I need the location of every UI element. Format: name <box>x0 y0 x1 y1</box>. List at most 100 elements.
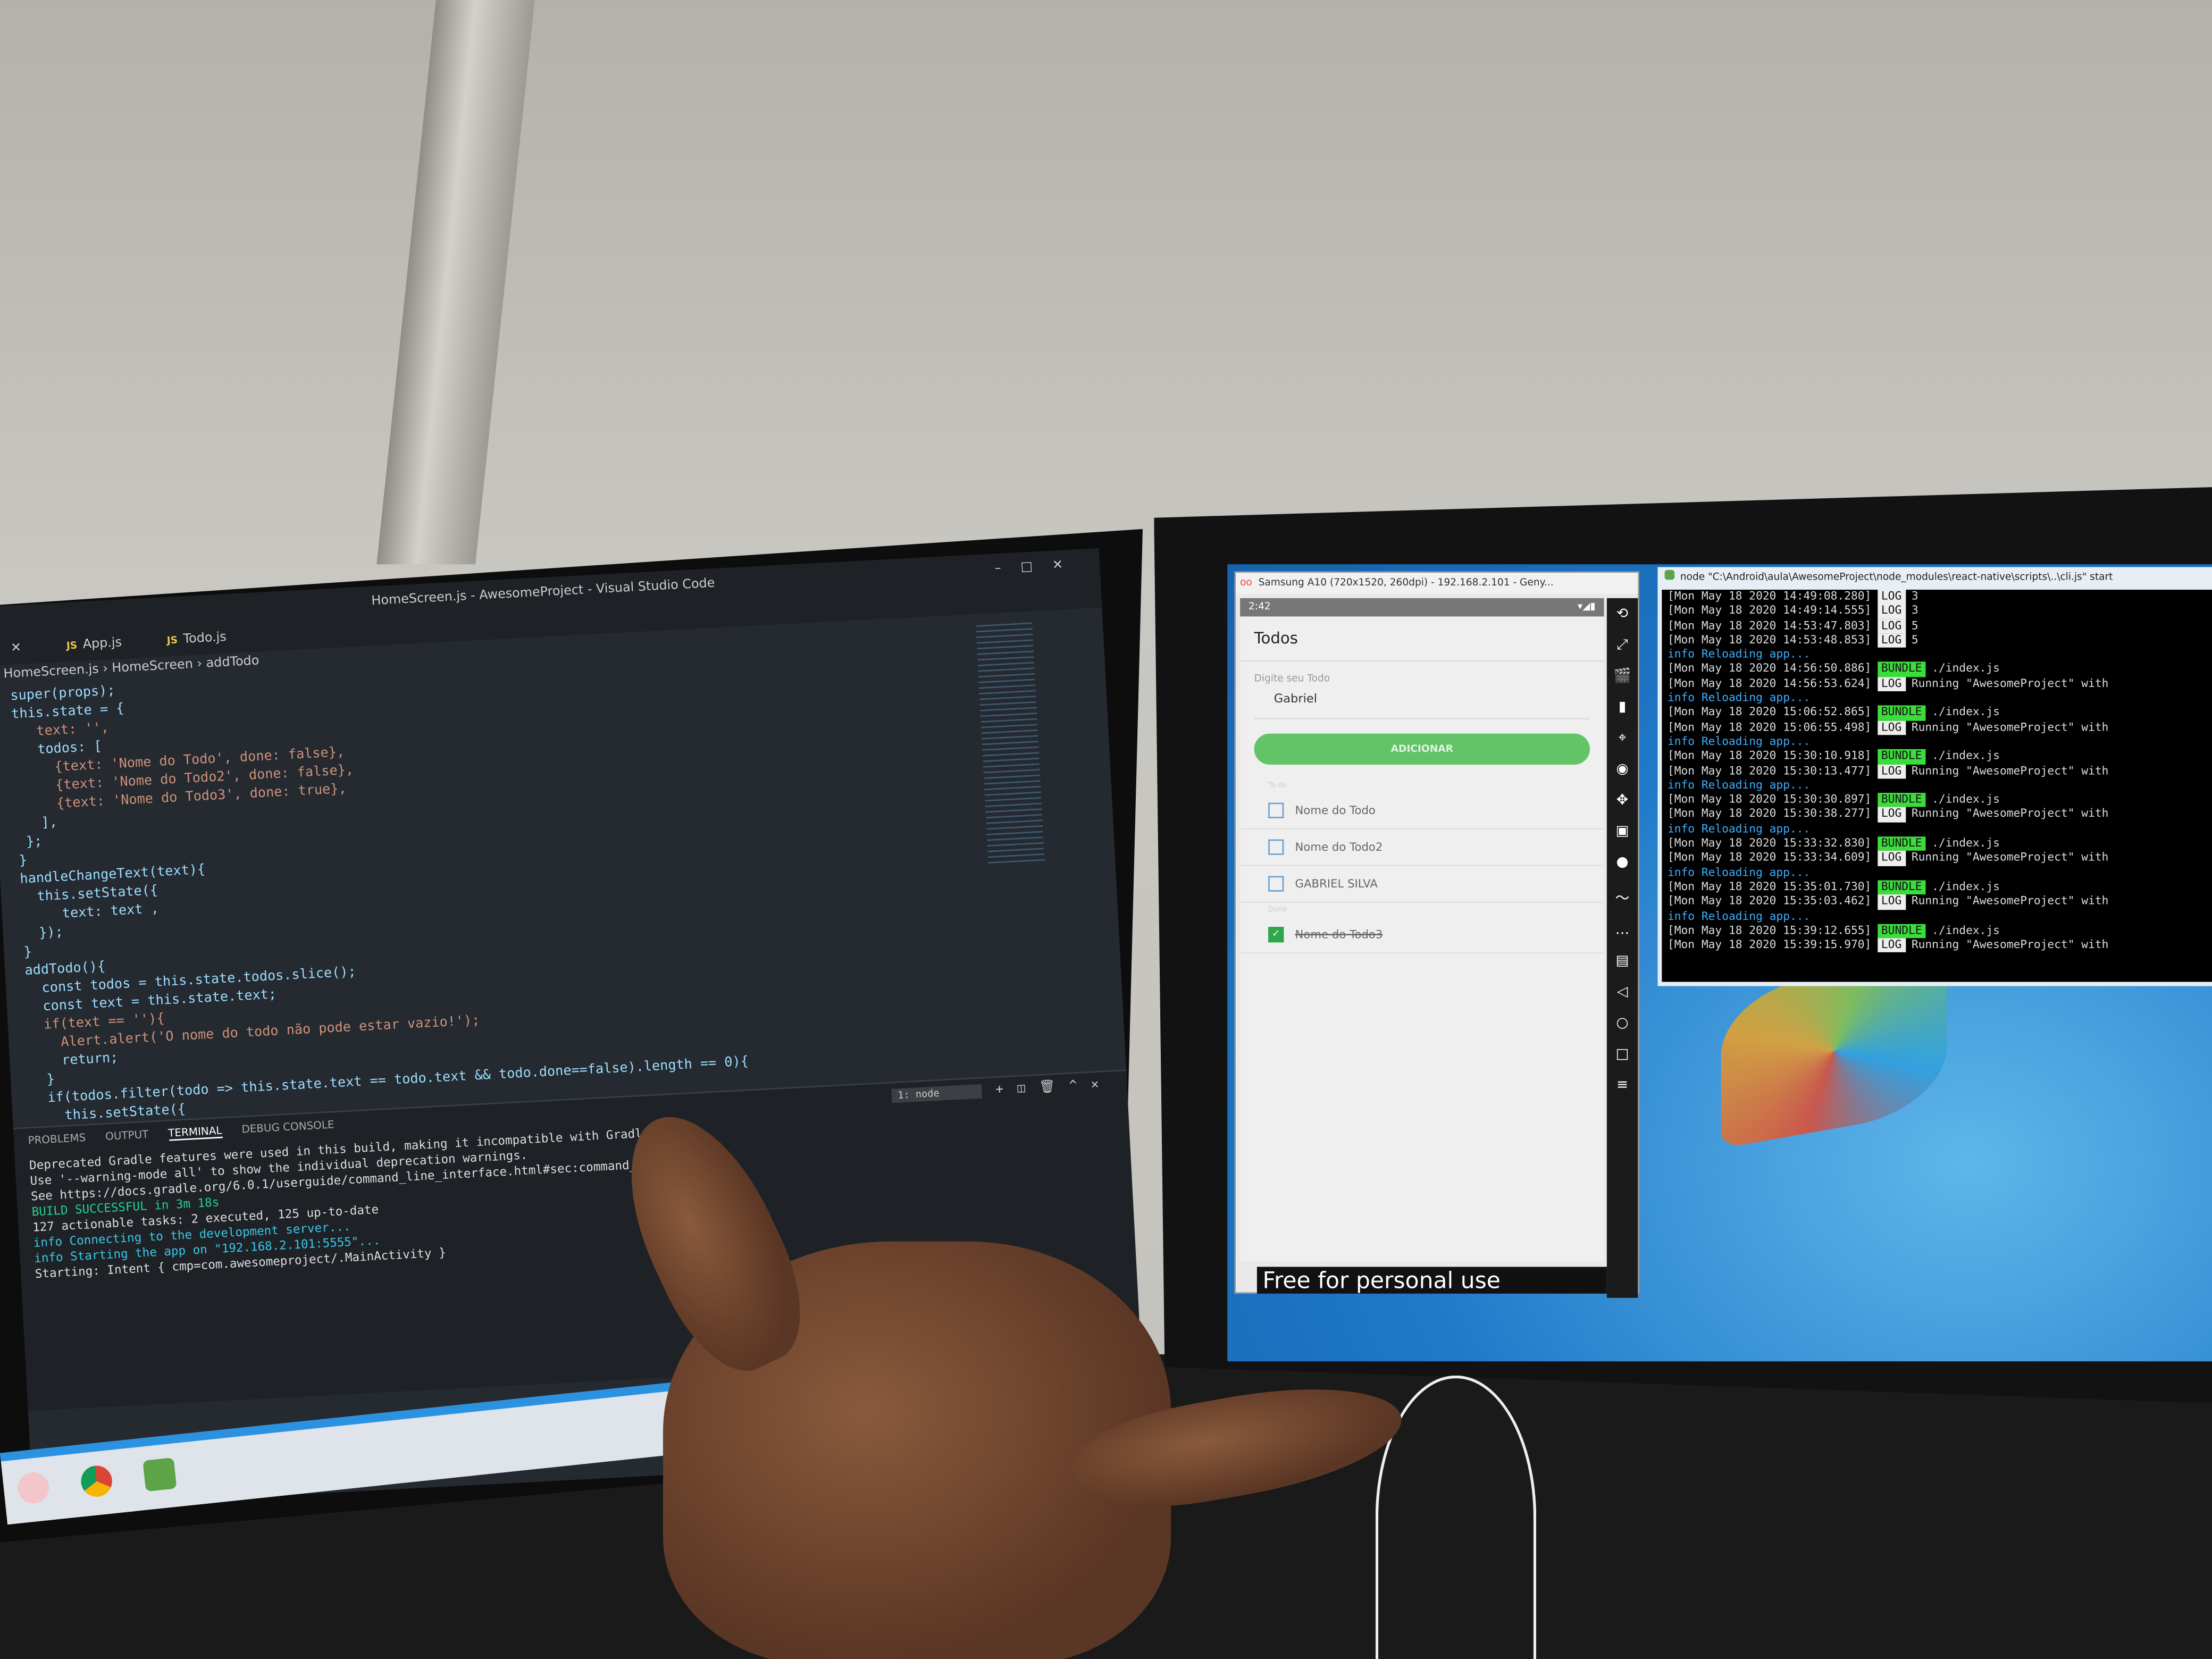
todo-item[interactable]: ✓ Nome do Todo3 <box>1240 917 1604 954</box>
timestamp: [Mon May 18 2020 15:30:10.918] <box>1667 749 1872 763</box>
log-tag: LOG <box>1876 589 1906 605</box>
watermark: Free for personal use <box>1256 1267 1607 1294</box>
section-done: Done <box>1268 906 1287 915</box>
gps-icon[interactable]: ⌖ <box>1619 731 1627 746</box>
console-line: [Mon May 18 2020 14:53:48.853] LOG 5 <box>1662 633 2212 648</box>
rotate-icon[interactable]: ⟲ <box>1616 607 1628 622</box>
tab-todo-js[interactable]: JS Todo.js <box>144 624 249 657</box>
log-tag: BUNDLE <box>1876 793 1926 808</box>
camera-icon[interactable]: ◉ <box>1616 762 1628 777</box>
node-console-title-bar: node "C:\Android\aula\AwesomeProject\nod… <box>1664 569 2113 583</box>
menu-icon[interactable]: ≡ <box>1616 1078 1628 1093</box>
log-tag: LOG <box>1876 764 1906 779</box>
timestamp: [Mon May 18 2020 14:53:48.853] <box>1667 633 1872 646</box>
timestamp: [Mon May 18 2020 14:49:08.280] <box>1667 589 1872 602</box>
log-tag: BUNDLE <box>1876 924 1926 939</box>
timestamp: [Mon May 18 2020 14:53:47.803] <box>1667 618 1872 632</box>
dpad-icon[interactable]: ✥ <box>1616 793 1628 808</box>
tab-label: Todo.js <box>183 631 227 647</box>
tab-close-icon[interactable]: ✕ <box>0 635 45 666</box>
panel-tab[interactable]: TERMINAL <box>167 1124 223 1141</box>
trash-icon[interactable]: 🗑 <box>1039 1080 1056 1095</box>
node-icon <box>1664 569 1675 580</box>
capture-icon[interactable]: 🎬 <box>1614 669 1631 684</box>
photo-scene: HomeScreen.js - AwesomeProject - Visual … <box>0 0 2212 1659</box>
genymotion-icon: oo <box>1240 577 1252 589</box>
back-icon[interactable]: ◁ <box>1617 985 1628 1000</box>
log-message: Running "AwesomeProject" with <box>1911 764 2109 777</box>
window-controls[interactable]: –□✕ <box>994 549 1084 585</box>
console-line: [Mon May 18 2020 15:39:12.655] BUNDLE ./in… <box>1662 924 2212 939</box>
log-tag: BUNDLE <box>1876 706 1926 720</box>
info-line: info Reloading app... <box>1667 691 1811 705</box>
timestamp: [Mon May 18 2020 15:33:34.609] <box>1667 851 1872 864</box>
input-label: Digite seu Todo <box>1254 673 1330 684</box>
panel-tab[interactable]: OUTPUT <box>105 1128 149 1144</box>
timestamp: [Mon May 18 2020 15:30:38.277] <box>1667 807 1872 820</box>
console-line: [Mon May 18 2020 14:53:47.803] LOG 5 <box>1662 618 2212 633</box>
node-icon[interactable] <box>143 1457 177 1492</box>
todo-input[interactable]: Gabriel <box>1254 687 1590 720</box>
node-console-window[interactable]: [Mon May 18 2020 14:49:08.280] LOG 3 [Mon M… <box>1657 567 2212 986</box>
info-line: info Reloading app... <box>1667 735 1811 748</box>
checkbox[interactable] <box>1268 839 1284 855</box>
checkbox[interactable] <box>1268 802 1284 818</box>
console-line: [Mon May 18 2020 15:35:03.462] LOG Running… <box>1662 894 2212 910</box>
battery-icon[interactable]: ▮ <box>1619 700 1627 715</box>
timestamp: [Mon May 18 2020 15:35:03.462] <box>1667 894 1872 908</box>
close-icon[interactable]: ✕ <box>1091 1078 1099 1092</box>
info-line: info Reloading app... <box>1667 866 1811 878</box>
section-todo: To do <box>1268 781 1287 790</box>
timestamp: [Mon May 18 2020 14:56:53.624] <box>1667 676 1872 690</box>
panel-tab[interactable]: DEBUG CONSOLE <box>241 1118 334 1137</box>
timestamp: [Mon May 18 2020 15:33:32.830] <box>1667 836 1872 850</box>
split-terminal-icon[interactable]: ◫ <box>1017 1082 1026 1096</box>
recents-icon[interactable]: □ <box>1616 1047 1629 1062</box>
checkbox[interactable] <box>1268 876 1284 892</box>
checked-checkbox[interactable]: ✓ <box>1268 927 1284 943</box>
log-message: Running "AwesomeProject" with <box>1911 807 2109 820</box>
panel-tab[interactable]: PROBLEMS <box>28 1131 86 1148</box>
emulator-window: oo Samsung A10 (720x1520, 260dpi) - 192.1… <box>1234 571 1639 1298</box>
log-message: ./index.js <box>1932 749 2000 763</box>
log-message: Running "AwesomeProject" with <box>1911 851 2109 864</box>
breadcrumb-class[interactable]: HomeScreen <box>112 658 194 676</box>
log-message: ./index.js <box>1932 706 2000 719</box>
code-editor[interactable]: super(props); this.state = { text: '', to… <box>0 627 1127 1149</box>
network-icon[interactable]: 〜 <box>1615 886 1630 907</box>
todo-item[interactable]: Nome do Todo <box>1240 793 1604 830</box>
log-tag: BUNDLE <box>1876 836 1926 851</box>
home-icon[interactable]: ○ <box>1616 1016 1628 1031</box>
todo-text: Nome do Todo3 <box>1295 928 1383 941</box>
todo-item[interactable]: GABRIEL SILVA <box>1240 866 1604 903</box>
console-line: [Mon May 18 2020 15:30:13.477] LOG Running… <box>1662 764 2212 779</box>
id-icon[interactable]: ▣ <box>1616 824 1629 839</box>
log-message: ./index.js <box>1932 793 2000 806</box>
log-message: ./index.js <box>1932 880 2000 893</box>
log-message: ./index.js <box>1932 836 2000 850</box>
js-file-icon: JS <box>66 640 78 652</box>
chrome-icon[interactable] <box>79 1464 114 1498</box>
breadcrumb-method[interactable]: addTodo <box>206 655 259 672</box>
breadcrumb-file[interactable]: HomeScreen.js <box>3 663 99 682</box>
disk-io-icon[interactable]: ● <box>1616 855 1628 870</box>
log-tag: BUNDLE <box>1876 880 1926 895</box>
emulator-toolbar: ⟲ ⤢ 🎬 ▮ ⌖ ◉ ✥ ▣ ● 〜 … ▤ ◁ ○ □ ≡ <box>1606 598 1638 1298</box>
emulator-title-bar: oo Samsung A10 (720x1520, 260dpi) - 192.1… <box>1236 573 1638 594</box>
pixel-perfect-icon[interactable]: ⤢ <box>1616 638 1628 653</box>
console-line: [Mon May 18 2020 15:35:01.730] BUNDLE ./in… <box>1662 880 2212 895</box>
genymotion-icon[interactable] <box>16 1471 51 1505</box>
log-message: Running "AwesomeProject" with <box>1911 720 2109 733</box>
console-line: [Mon May 18 2020 15:33:32.830] BUNDLE ./in… <box>1662 836 2212 851</box>
sms-icon[interactable]: … <box>1615 923 1630 938</box>
open-gapps-icon[interactable]: ▤ <box>1616 953 1629 969</box>
tab-app-js[interactable]: JS App.js <box>43 630 145 663</box>
todo-item[interactable]: Nome do Todo2 <box>1240 830 1604 867</box>
add-button[interactable]: ADICIONAR <box>1254 733 1590 765</box>
log-message: Running "AwesomeProject" with <box>1911 894 2109 908</box>
log-tag: LOG <box>1876 894 1906 910</box>
log-message: 3 <box>1911 589 1918 602</box>
todo-list: Nome do Todo Nome do Todo2 GABRIEL SILVA <box>1240 793 1604 903</box>
add-terminal-icon[interactable]: + <box>995 1083 1004 1097</box>
chevron-up-icon[interactable]: ^ <box>1069 1079 1077 1094</box>
